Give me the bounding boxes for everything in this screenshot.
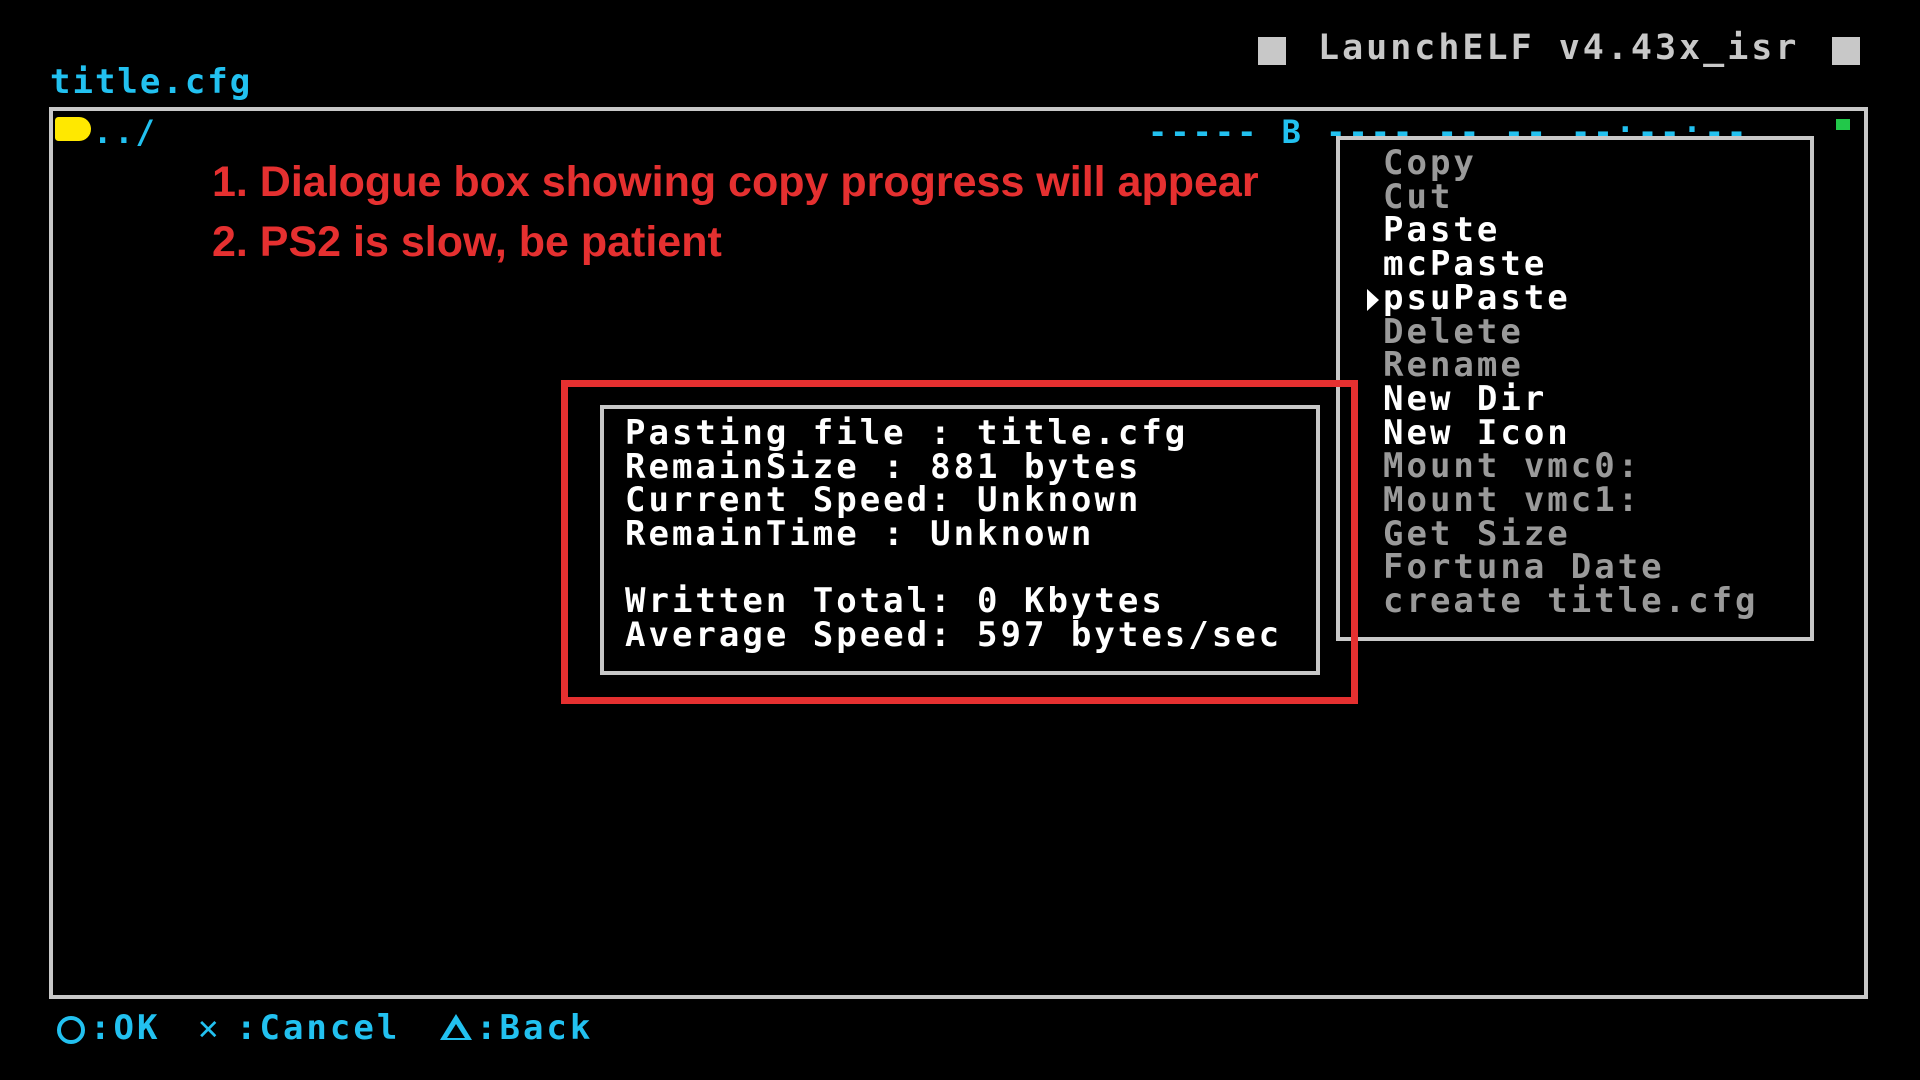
cross-button-icon: ✕ <box>198 1008 222 1048</box>
ok-hint[interactable]: :OK <box>90 1008 160 1048</box>
folder-icon <box>55 117 91 141</box>
menu-item-rename[interactable]: Rename <box>1383 348 1759 383</box>
circle-button-icon <box>57 1016 85 1044</box>
menu-item-create-title-cfg[interactable]: create title.cfg <box>1383 584 1759 619</box>
app-title: LaunchELF v4.43x_isr <box>1318 28 1800 68</box>
progress-current-speed: Current Speed: Unknown <box>625 480 1142 521</box>
context-menu-list: Copy Cut Paste mcPaste psuPaste Delete R… <box>1383 146 1759 619</box>
menu-item-new-icon[interactable]: New Icon <box>1383 416 1759 451</box>
title-bar-left-block <box>1258 37 1286 65</box>
progress-remain-size: RemainSize : 881 bytes <box>625 446 1142 487</box>
triangle-button-icon-inner <box>447 1024 465 1038</box>
title-bar-right-block <box>1832 37 1860 65</box>
progress-average-speed: Average Speed: 597 bytes/sec <box>625 615 1283 656</box>
menu-selection-cursor-icon <box>1367 289 1379 311</box>
menu-item-mount-vmc0[interactable]: Mount vmc0: <box>1383 449 1759 484</box>
progress-pasting-file: Pasting file : title.cfg <box>625 413 1189 453</box>
menu-item-new-dir[interactable]: New Dir <box>1383 382 1759 417</box>
menu-item-mcpaste[interactable]: mcPaste <box>1383 247 1759 282</box>
progress-remain-time: RemainTime : Unknown <box>625 514 1095 555</box>
menu-item-mount-vmc1[interactable]: Mount vmc1: <box>1383 483 1759 518</box>
menu-item-fortuna-date[interactable]: Fortuna Date <box>1383 551 1759 585</box>
back-hint[interactable]: :Back <box>476 1008 593 1048</box>
current-path-title: title.cfg <box>50 62 253 102</box>
menu-item-copy[interactable]: Copy <box>1383 146 1759 181</box>
annotation-line-2: 2. PS2 is slow, be patient <box>212 218 722 266</box>
menu-item-get-size[interactable]: Get Size <box>1383 517 1759 552</box>
progress-spacer <box>625 552 1282 586</box>
annotation-line-1: 1. Dialogue box showing copy progress wi… <box>212 158 1259 206</box>
progress-written-total: Written Total: 0 Kbytes <box>625 581 1165 622</box>
status-led-indicator <box>1836 119 1850 130</box>
menu-item-psupaste[interactable]: psuPaste <box>1383 281 1759 316</box>
cancel-hint[interactable]: :Cancel <box>236 1008 400 1048</box>
paste-progress-text: Pasting file : title.cfg RemainSize : 88… <box>625 413 1283 656</box>
menu-item-paste[interactable]: Paste <box>1383 214 1759 248</box>
menu-item-delete[interactable]: Delete <box>1383 315 1759 350</box>
menu-item-cut[interactable]: Cut <box>1383 180 1759 215</box>
parent-directory-entry[interactable]: ../ <box>93 113 157 151</box>
